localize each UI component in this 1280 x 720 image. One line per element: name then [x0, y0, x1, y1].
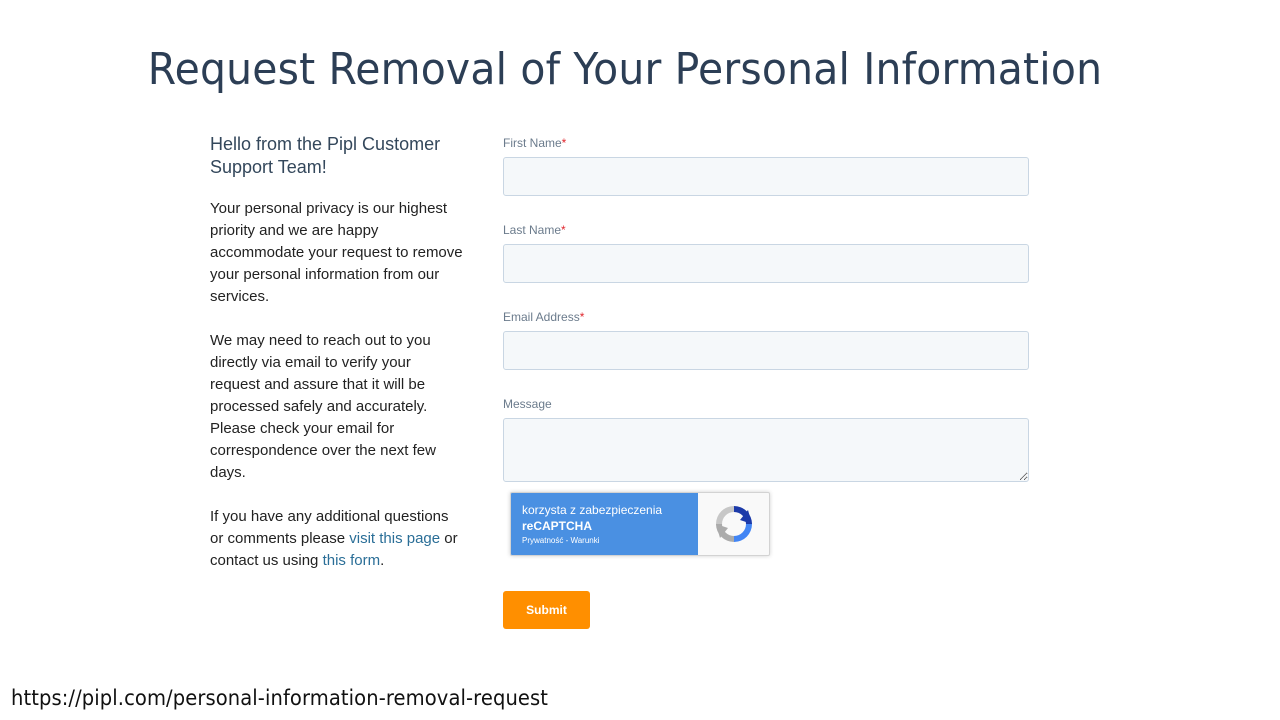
recaptcha-links[interactable]: Prywatność - Warunki — [522, 536, 698, 545]
source-url-caption: https://pipl.com/personal-information-re… — [11, 686, 549, 710]
first-name-label: First Name* — [503, 135, 1031, 151]
this-form-link[interactable]: this form — [323, 552, 381, 569]
page-title: Request Removal of Your Personal Informa… — [147, 44, 1103, 95]
required-marker: * — [579, 310, 585, 324]
recaptcha-logo-icon — [698, 493, 769, 555]
recaptcha-widget[interactable]: korzysta z zabezpieczenia reCAPTCHA Pryw… — [510, 492, 770, 556]
recaptcha-line2: reCAPTCHA — [522, 519, 593, 533]
email-label: Email Address* — [503, 309, 1031, 325]
recaptcha-text-panel: korzysta z zabezpieczenia reCAPTCHA Pryw… — [511, 493, 698, 555]
last-name-input[interactable] — [503, 244, 1029, 283]
greeting-heading: Hello from the Pipl Customer Support Tea… — [210, 134, 441, 177]
message-label: Message — [503, 397, 552, 411]
last-name-label: Last Name* — [503, 222, 1031, 238]
required-marker: * — [561, 136, 567, 150]
email-label-text: Email Address — [503, 310, 580, 324]
message-textarea[interactable] — [503, 418, 1029, 482]
intro-paragraph-privacy: Your personal privacy is our highest pri… — [210, 200, 463, 305]
contact-text-after: . — [380, 552, 385, 569]
last-name-label-text: Last Name — [503, 223, 562, 237]
submit-button[interactable]: Submit — [503, 591, 590, 629]
first-name-label-text: First Name — [503, 136, 562, 150]
intro-paragraph-verify: We may need to reach out to you directly… — [210, 332, 436, 481]
intro-paragraph-contact: If you have any additional questions or … — [210, 506, 465, 572]
first-name-input[interactable] — [503, 157, 1029, 196]
recaptcha-line1: korzysta z zabezpieczenia — [522, 503, 663, 517]
page: Request Removal of Your Personal Informa… — [0, 0, 1280, 720]
email-input[interactable] — [503, 331, 1029, 370]
intro-column: Hello from the Pipl Customer Support Tea… — [210, 133, 465, 594]
recaptcha-logo-svg — [715, 506, 752, 542]
visit-this-page-link[interactable]: visit this page — [349, 530, 440, 547]
required-marker: * — [561, 223, 566, 237]
removal-request-form: First Name* Last Name* Email Address* Me… — [503, 135, 1031, 629]
